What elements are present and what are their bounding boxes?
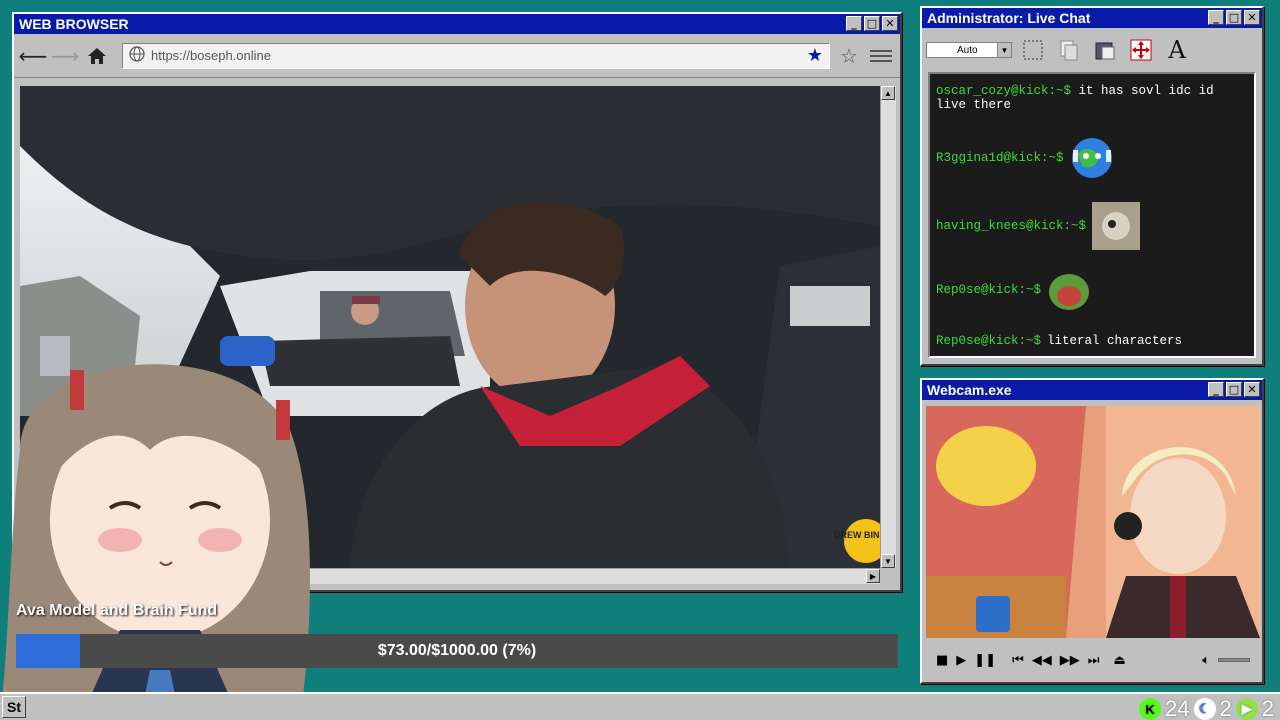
- screaming-frog-emote: [1049, 274, 1090, 310]
- volume-slider[interactable]: [1218, 658, 1250, 662]
- close-button[interactable]: ✕: [882, 16, 898, 31]
- hamburger-menu-icon[interactable]: [868, 43, 894, 69]
- move-icon[interactable]: [1126, 35, 1156, 65]
- kick-icon[interactable]: K: [1139, 698, 1162, 720]
- back-arrow-icon[interactable]: ⟵: [19, 43, 48, 69]
- donation-progress-text: $73.00/$1000.00 (7%): [377, 642, 537, 659]
- chat-username: Rep0se@kick:~$: [936, 334, 1042, 348]
- chat-message: R3ggina1d@kick:~$: [936, 136, 1114, 180]
- chat-log[interactable]: oscar_cozy@kick:~$ it has sovl idc id li…: [928, 72, 1256, 358]
- live-chat-window: Administrator: Live Chat _ □ ✕ Auto ▼ A …: [920, 6, 1264, 366]
- webcam-window: Webcam.exe _ □ ✕ ■ ▶ ❚❚ ⏮ ◀◀ ▶▶ ⏭ ⏏ �: [920, 378, 1264, 684]
- volume-icon[interactable]: 🔈︎: [1202, 653, 1210, 668]
- chat-message: Rep0se@kick:~$ literal characters: [936, 334, 1182, 348]
- taskbar: St K 24 ☾ 2 ▶ 2: [0, 692, 1280, 720]
- crying-earth-emote: [1071, 138, 1112, 178]
- maximize-button[interactable]: □: [1226, 10, 1242, 25]
- donation-goal-title: Ava Model and Brain Fund: [16, 602, 218, 619]
- close-button[interactable]: ✕: [1244, 382, 1260, 397]
- paste-icon[interactable]: [1090, 35, 1120, 65]
- font-size-select[interactable]: Auto ▼: [926, 42, 1012, 58]
- vertical-scrollbar[interactable]: ▲ ▼: [880, 86, 896, 568]
- chat-titlebar[interactable]: Administrator: Live Chat _ □ ✕: [922, 8, 1262, 28]
- forward-arrow-icon[interactable]: ⟶: [51, 43, 80, 69]
- bookmark-star-icon[interactable]: ☆: [836, 43, 862, 69]
- chat-username: Rep0se@kick:~$: [936, 283, 1042, 297]
- chat-title: Administrator: Live Chat: [927, 10, 1091, 26]
- browser-title: WEB BROWSER: [19, 16, 129, 32]
- webcam-title: Webcam.exe: [927, 382, 1012, 398]
- chat-toolbar: Auto ▼ A: [922, 28, 1262, 72]
- chevron-down-icon[interactable]: ▼: [997, 43, 1011, 57]
- chat-message: oscar_cozy@kick:~$ it has sovl idc id li…: [936, 84, 1246, 112]
- browser-titlebar[interactable]: WEB BROWSER _ □ ✕: [14, 14, 900, 34]
- donation-progress-bar: $73.00/$1000.00 (7%): [16, 634, 898, 668]
- rewind-icon[interactable]: ◀◀: [1032, 653, 1052, 668]
- globe-icon: [129, 46, 145, 65]
- select-tool-icon[interactable]: [1018, 35, 1048, 65]
- chat-username: having_knees@kick:~$: [936, 219, 1087, 233]
- media-player-controls: ■ ▶ ❚❚ ⏮ ◀◀ ▶▶ ⏭ ⏏ 🔈︎: [926, 644, 1260, 676]
- kick-count: 24: [1165, 696, 1190, 720]
- chat-message: having_knees@kick:~$: [936, 202, 1141, 250]
- scroll-right-icon[interactable]: ▶: [866, 569, 880, 583]
- chat-username: oscar_cozy@kick:~$: [936, 84, 1072, 98]
- play-count: 2: [1261, 696, 1274, 720]
- copy-icon[interactable]: [1054, 35, 1084, 65]
- font-icon[interactable]: A: [1162, 35, 1192, 65]
- moon-count: 2: [1219, 696, 1232, 720]
- maximize-button[interactable]: □: [864, 16, 880, 31]
- scroll-up-icon[interactable]: ▲: [881, 86, 895, 100]
- url-text[interactable]: https://boseph.online: [151, 48, 801, 63]
- minimize-button[interactable]: _: [1208, 382, 1224, 397]
- webcam-titlebar[interactable]: Webcam.exe _ □ ✕: [922, 380, 1262, 400]
- skip-back-icon[interactable]: ⏮: [1012, 653, 1024, 668]
- fast-forward-icon[interactable]: ▶▶: [1060, 653, 1080, 668]
- bookmark-star-filled-icon[interactable]: ★: [807, 45, 823, 66]
- system-tray: K 24 ☾ 2 ▶ 2: [1139, 696, 1274, 720]
- maximize-button[interactable]: □: [1226, 382, 1242, 397]
- drew-binsky-watermark: DREW BINSKY: [834, 530, 880, 540]
- browser-toolbar: ⟵ ⟶ https://boseph.online ★ ☆: [14, 34, 900, 78]
- stop-icon[interactable]: ■: [936, 653, 948, 668]
- play-icon[interactable]: ▶: [956, 653, 966, 668]
- minimize-button[interactable]: _: [846, 16, 862, 31]
- eject-icon[interactable]: ⏏: [1114, 653, 1126, 668]
- minimize-button[interactable]: _: [1208, 10, 1224, 25]
- chat-username: R3ggina1d@kick:~$: [936, 151, 1064, 165]
- home-icon[interactable]: [84, 43, 110, 69]
- webcam-feed: [926, 406, 1260, 638]
- chat-text: literal characters: [1047, 334, 1183, 348]
- scroll-down-icon[interactable]: ▼: [881, 554, 895, 568]
- chat-message: Rep0se@kick:~$: [936, 268, 1091, 312]
- address-bar[interactable]: https://boseph.online ★: [122, 42, 830, 69]
- skip-forward-icon[interactable]: ⏭: [1088, 653, 1100, 668]
- cat-photo-emote: [1092, 202, 1141, 250]
- start-button[interactable]: St: [2, 696, 26, 718]
- pause-icon[interactable]: ❚❚: [974, 653, 996, 668]
- play-icon[interactable]: ▶: [1235, 698, 1258, 720]
- close-button[interactable]: ✕: [1244, 10, 1260, 25]
- moon-icon[interactable]: ☾: [1193, 698, 1216, 720]
